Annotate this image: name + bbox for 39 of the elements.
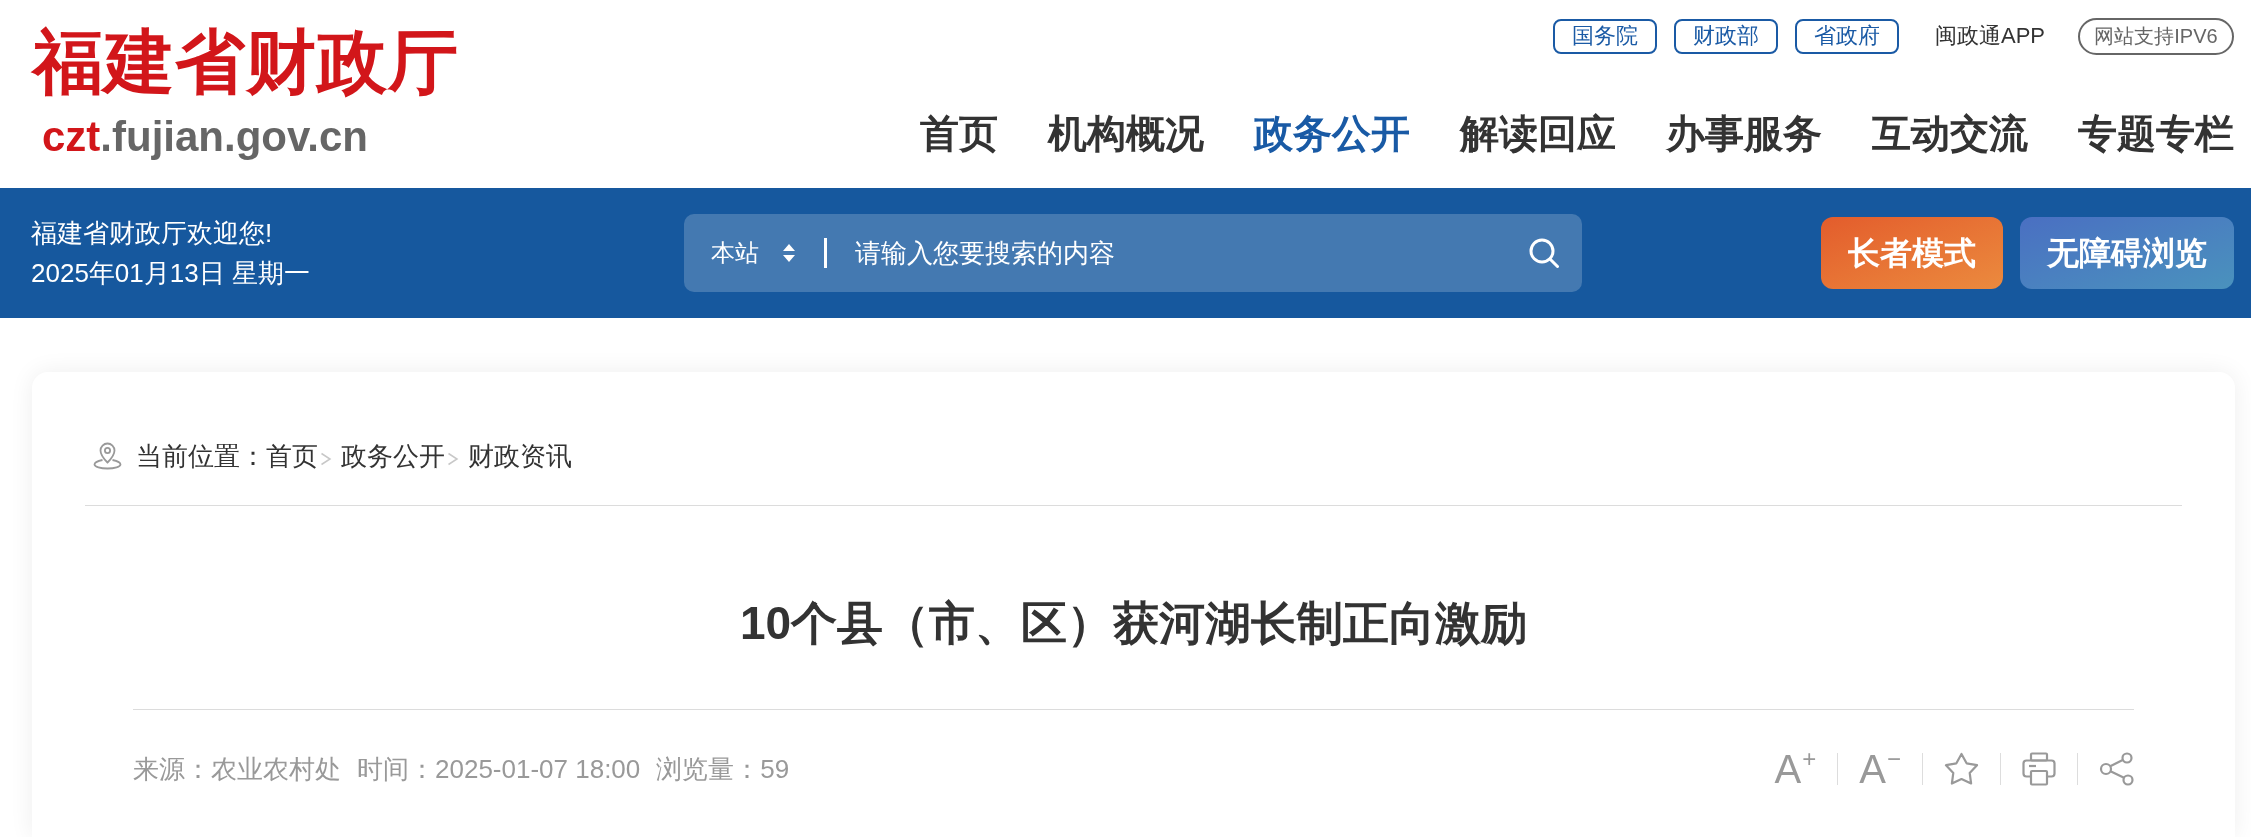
ipv6-link[interactable]: 网站支持IPV6 [2078, 17, 2234, 55]
accessibility-button[interactable]: 无障碍浏览 [2020, 217, 2234, 289]
star-icon [1944, 752, 1979, 786]
search-icon[interactable] [1529, 238, 1559, 268]
meta-text: 来源：农业农村处 [133, 754, 341, 784]
chevron-icon [447, 452, 459, 466]
breadcrumb-label: 当前位置： [136, 442, 266, 470]
print-button[interactable] [2022, 752, 2056, 786]
article-title: 10个县（市、区）获河湖长制正向激励 [739, 596, 1528, 651]
breadcrumb-link[interactable]: 财政资讯 [468, 442, 572, 470]
nav-tab[interactable]: 专题专栏 [2078, 114, 2234, 154]
search-input[interactable]: 请输入您要搜索的内容 [855, 233, 1519, 273]
sort-arrows-icon [783, 244, 795, 262]
nav-tab[interactable]: 政务公开 [1254, 114, 1410, 154]
logo-title: 福建省财政厅 [33, 28, 459, 98]
breadcrumb-link[interactable]: 首页 [266, 442, 318, 470]
search-field[interactable]: 本站 请输入您要搜索的内容 [684, 214, 1582, 292]
meta-text: 浏览量：59 [656, 754, 790, 784]
nav-tab[interactable]: 解读回应 [1460, 114, 1616, 154]
scope-select[interactable]: 本站 [711, 241, 795, 265]
logo-domain: czt.fujian.gov.cn [42, 116, 368, 158]
location-pin-icon [93, 442, 122, 470]
meta-text: 时间：2025-01-07 18:00 [357, 754, 641, 784]
share-icon [2099, 752, 2134, 786]
nav-tab[interactable]: 办事服务 [1666, 114, 1822, 154]
nav-tab[interactable]: 首页 [920, 114, 998, 154]
external-link[interactable]: 省政府 [1794, 18, 1899, 54]
printer-icon [2022, 752, 2056, 786]
breadcrumb-link[interactable]: 政务公开 [341, 442, 445, 470]
external-link[interactable]: 财政部 [1673, 18, 1778, 54]
nav-tab[interactable]: 机构概况 [1048, 114, 1204, 154]
welcome-text: 福建省财政厅欢迎您! [31, 217, 273, 250]
external-link[interactable]: 国务院 [1552, 18, 1657, 54]
nav-tab[interactable]: 互动交流 [1872, 114, 2028, 154]
share-button[interactable] [2099, 752, 2134, 786]
chevron-icon [320, 452, 332, 466]
favorite-button[interactable] [1944, 752, 1979, 786]
app-link[interactable]: 闽政通APP [1934, 25, 2045, 47]
date-text: 2025年01月13日 星期一 [31, 257, 310, 290]
